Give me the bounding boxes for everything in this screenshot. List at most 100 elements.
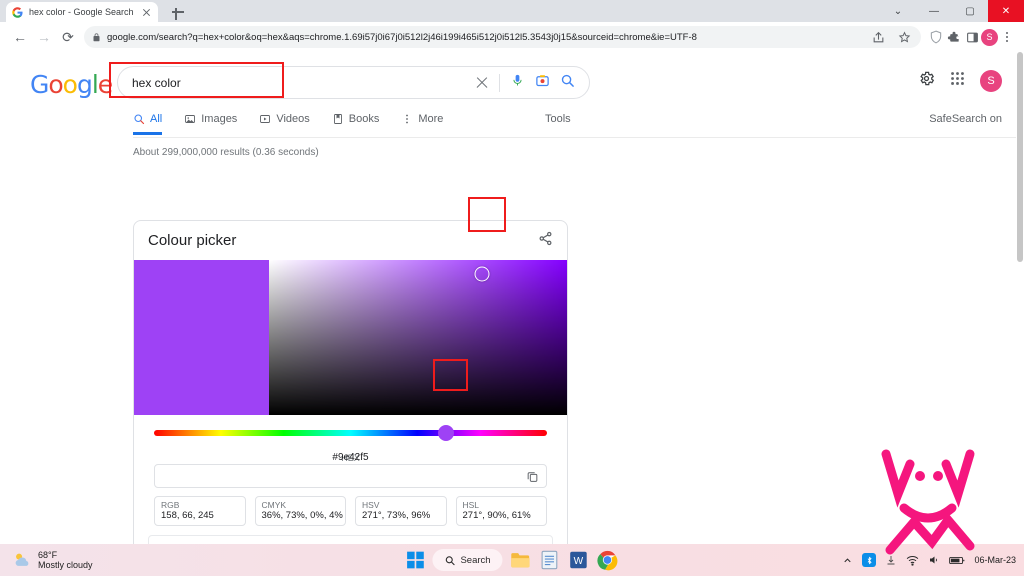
colour-picker-card: Colour picker HEX #9e42f5 RGB 158, 66, 2… (133, 220, 568, 544)
tools-button[interactable]: Tools (545, 113, 571, 125)
clear-icon[interactable] (475, 76, 489, 90)
search-input[interactable]: hex color (132, 76, 475, 90)
clock-date[interactable]: 06-Mar-23 (974, 555, 1016, 565)
microsoft-word-icon[interactable]: W (568, 549, 590, 571)
google-search-box[interactable]: hex color (117, 66, 590, 99)
google-chrome-icon[interactable] (597, 549, 619, 571)
safesearch-status[interactable]: SafeSearch on (929, 113, 1002, 125)
search-icon (445, 555, 455, 565)
hsl-value: 271°, 90%, 61% (462, 510, 531, 521)
extensions-puzzle-icon[interactable] (945, 28, 963, 46)
taskbar-center: Search W (405, 549, 618, 571)
saturation-value-row (134, 260, 567, 415)
google-logo-letter: e (97, 70, 113, 99)
tab-title: hex color - Google Search (29, 7, 134, 17)
cmyk-value: 36%, 73%, 0%, 4% (261, 510, 343, 521)
windows-start-icon[interactable] (405, 550, 425, 570)
search-nav-tabs: All Images Videos Books More Tools SafeS… (133, 110, 1024, 138)
page-scrollbar[interactable] (1016, 52, 1024, 544)
hsv-label: HSV (362, 500, 380, 510)
taskbar-search-button[interactable]: Search (432, 549, 503, 571)
colour-picker-handle[interactable] (474, 266, 490, 282)
address-bar[interactable]: google.com/search?q=hex+color&oq=hex&aqs… (84, 26, 921, 48)
settings-gear-icon[interactable] (918, 70, 935, 92)
chrome-toolbar: ← → ⟳ google.com/search?q=hex+color&oq=h… (0, 22, 1024, 52)
google-logo[interactable]: Google (30, 70, 113, 99)
new-tab-button[interactable] (170, 4, 186, 20)
search-submit-icon[interactable] (560, 73, 575, 93)
taskbar-search-label: Search (460, 554, 491, 566)
hsv-box[interactable]: HSV 271°, 73%, 96% (355, 496, 447, 526)
hue-slider-thumb[interactable] (437, 425, 454, 441)
back-button[interactable]: ← (8, 25, 32, 49)
cmyk-label: CMYK (261, 500, 287, 510)
profile-avatar[interactable]: S (981, 28, 998, 46)
minimize-button[interactable]: — (916, 0, 952, 22)
bookmark-star-icon[interactable] (895, 28, 913, 46)
volume-icon[interactable] (928, 554, 940, 566)
kebab-menu-icon[interactable] (998, 28, 1016, 46)
tab-books[interactable]: Books (332, 113, 380, 132)
copy-icon[interactable] (526, 470, 539, 488)
scrollbar-thumb[interactable] (1017, 52, 1023, 262)
weather-widget[interactable]: 68°F Mostly cloudy (12, 550, 93, 571)
tab-videos[interactable]: Videos (259, 113, 310, 132)
close-window-button[interactable]: ✕ (988, 0, 1024, 22)
browser-tab[interactable]: hex color - Google Search (6, 2, 158, 22)
rgb-box[interactable]: RGB 158, 66, 245 (154, 496, 246, 526)
tab-images[interactable]: Images (184, 113, 237, 132)
onedrive-icon[interactable] (885, 554, 897, 566)
tab-more-label: More (418, 113, 444, 125)
hex-value: #9e42f5 (332, 452, 369, 463)
search-actions (475, 73, 575, 93)
tab-close-icon[interactable] (141, 7, 152, 18)
screen: hex color - Google Search ⌄ — ▢ ✕ ← → ⟳ … (0, 0, 1024, 576)
google-apps-grid-icon[interactable] (949, 70, 966, 92)
notepad-icon[interactable] (539, 549, 561, 571)
side-panel-icon[interactable] (963, 28, 981, 46)
maximize-button[interactable]: ▢ (952, 0, 988, 22)
show-hidden-icons-chevron[interactable] (842, 555, 853, 566)
page-content: Google hex color S All Images Videos Boo… (0, 52, 1024, 544)
shield-icon[interactable] (927, 28, 945, 46)
google-logo-letter: o (48, 70, 63, 99)
share-icon[interactable] (869, 28, 887, 46)
windows-taskbar: 68°F Mostly cloudy Search W 06-Mar-23 (0, 544, 1024, 576)
rgb-label: RGB (161, 500, 180, 510)
forward-button[interactable]: → (32, 25, 56, 49)
tab-images-label: Images (201, 113, 238, 125)
file-explorer-icon[interactable] (510, 549, 532, 571)
tab-all-label: All (150, 113, 163, 125)
omnibox-actions (869, 28, 913, 46)
share-icon[interactable] (538, 231, 553, 251)
reload-button[interactable]: ⟳ (56, 25, 80, 49)
google-favicon (12, 6, 23, 18)
rgb-value: 158, 66, 245 (161, 510, 214, 521)
google-lens-icon[interactable] (535, 73, 550, 93)
tab-more[interactable]: More (401, 113, 443, 132)
microphone-icon[interactable] (510, 73, 525, 93)
cmyk-box[interactable]: CMYK 36%, 73%, 0%, 4% (254, 496, 346, 526)
hsl-box[interactable]: HSL 271°, 90%, 61% (455, 496, 547, 526)
hex-field[interactable]: #9e42f5 (154, 452, 547, 488)
wifi-icon[interactable] (906, 554, 919, 567)
tab-all[interactable]: All (133, 113, 163, 135)
value-gradient-layer (269, 260, 567, 415)
hue-slider-track[interactable] (154, 430, 547, 436)
hue-slider-row (134, 415, 567, 451)
bluetooth-icon[interactable] (862, 553, 877, 567)
battery-icon[interactable] (949, 555, 965, 566)
header-right-actions: S (918, 70, 1002, 92)
google-header: Google hex color S (0, 52, 1024, 110)
card-title: Colour picker (148, 232, 237, 249)
saturation-value-area[interactable] (269, 260, 567, 415)
window-controls: ⌄ — ▢ ✕ (880, 0, 1024, 22)
tab-search-chevron-icon[interactable]: ⌄ (880, 0, 916, 22)
google-account-avatar[interactable]: S (980, 70, 1002, 92)
google-logo-letter: G (30, 70, 49, 99)
result-stats: About 299,000,000 results (0.36 seconds) (133, 147, 319, 158)
divider (499, 73, 500, 92)
tab-books-label: Books (348, 113, 380, 125)
expand-card-button[interactable] (148, 535, 553, 544)
colour-value-boxes: RGB 158, 66, 245 CMYK 36%, 73%, 0%, 4% H… (134, 488, 567, 526)
